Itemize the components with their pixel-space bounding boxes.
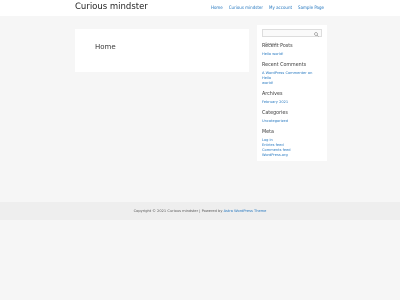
site-footer: Copyright © 2021 Curious mindster | Powe… <box>0 202 400 220</box>
archive-link[interactable]: February 2021 <box>262 100 322 105</box>
nav-item-my-account[interactable]: My account <box>269 5 292 10</box>
search-widget <box>257 25 327 48</box>
page-title: Home <box>95 43 116 51</box>
recent-comments-widget: Recent Comments A WordPress Commenter on… <box>257 60 327 89</box>
nav-item-sample-page[interactable]: Sample Page <box>298 5 324 10</box>
meta-widget: Meta Log in Entries feed Comments feed W… <box>257 127 327 161</box>
search-icon[interactable] <box>314 31 319 37</box>
footer-copyright: Copyright © 2021 Curious mindster | Powe… <box>0 209 400 213</box>
widget-title-categories: Categories <box>262 111 288 116</box>
category-link[interactable]: Uncategorized <box>262 119 322 124</box>
nav-item-curious-mindster[interactable]: Curious mindster <box>229 5 263 10</box>
footer-copyright-text: Copyright © 2021 Curious mindster | Powe… <box>133 209 224 213</box>
search-form <box>262 29 322 48</box>
recent-comment-line-2[interactable]: world! <box>262 81 322 86</box>
meta-link-wordpress-org[interactable]: WordPress.org <box>262 153 322 158</box>
main-content: Home <box>75 29 249 72</box>
search-input[interactable] <box>263 40 313 48</box>
widget-title-archives: Archives <box>262 92 283 97</box>
sidebar: Recent Posts Hello world! Recent Comment… <box>257 25 327 161</box>
recent-comment-line-1[interactable]: A WordPress Commenter on Hello <box>262 71 322 81</box>
footer-theme-link[interactable]: Astra WordPress Theme <box>224 209 267 213</box>
recent-post-link[interactable]: Hello world! <box>262 52 322 57</box>
widget-title-recent-comments: Recent Comments <box>262 63 307 68</box>
widget-title-meta: Meta <box>262 130 274 135</box>
categories-widget: Categories Uncategorized <box>257 108 327 127</box>
archives-widget: Archives February 2021 <box>257 89 327 108</box>
site-header: Curious mindster Home Curious mindster M… <box>0 0 400 16</box>
primary-nav: Home Curious mindster My account Sample … <box>205 5 324 10</box>
nav-item-home[interactable]: Home <box>211 5 223 10</box>
site-title[interactable]: Curious mindster <box>75 2 148 12</box>
